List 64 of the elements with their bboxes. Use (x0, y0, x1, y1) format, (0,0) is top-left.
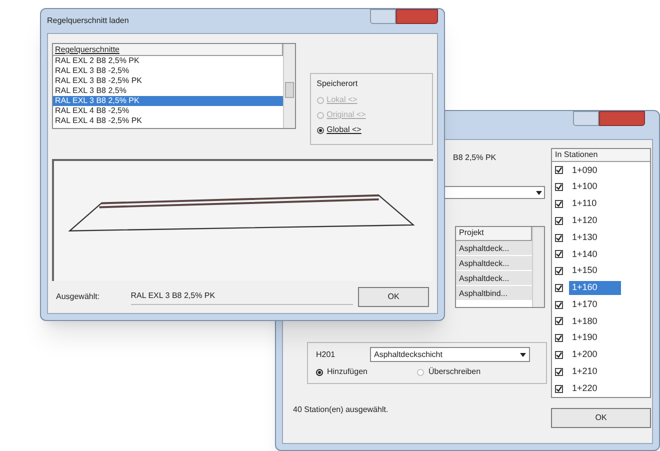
list-item[interactable]: RAL EXL 4 B8 -2,5% PK (53, 116, 283, 126)
radio-button[interactable] (316, 368, 323, 376)
selected-section-text: B8 2,5% PK (453, 152, 498, 164)
list-item[interactable]: RAL EXL 3 B8 -2,5% PK (53, 76, 283, 86)
checkbox[interactable] (555, 334, 563, 342)
checkbox[interactable] (555, 300, 563, 309)
radio-button[interactable] (316, 126, 324, 134)
group-title: Speicherort (316, 78, 359, 90)
layer-code-label: H201 (316, 348, 336, 360)
checkbox[interactable] (555, 183, 563, 192)
scrollbar[interactable] (282, 44, 295, 128)
list-item[interactable]: 1+200 (569, 348, 621, 362)
table-cell: Asphaltdeck... (456, 256, 532, 272)
selected-value: RAL EXL 3 B8 2,5% PK (130, 290, 354, 304)
list-item[interactable]: 1+140 (569, 248, 621, 262)
list-item[interactable]: 1+090 (569, 164, 621, 178)
radio-label: Global <> (326, 124, 362, 136)
list-item[interactable]: 1+120 (569, 214, 621, 228)
caret-icon (536, 190, 542, 195)
list-item[interactable]: RAL EXL 3 B8 2,5% PK (53, 96, 283, 106)
list-item[interactable]: 1+210 (569, 365, 621, 379)
checkbox[interactable] (555, 267, 563, 276)
list-item[interactable]: 1+110 (569, 197, 621, 211)
selected-label: Ausgewählt: (56, 291, 101, 303)
column-header[interactable]: Projekt (456, 227, 532, 242)
checkbox[interactable] (555, 250, 563, 258)
list-item[interactable]: 1+220 (569, 382, 621, 396)
scrollbar[interactable] (532, 227, 544, 307)
layer-dropdown[interactable]: Asphaltdeckschicht (370, 347, 530, 362)
checkbox[interactable] (555, 350, 563, 359)
column-header[interactable]: In Stationen (552, 149, 650, 162)
column-header[interactable]: Regelquerschnitte (53, 44, 283, 56)
list-item[interactable]: RAL EXL 2 B8 2,5% PK (53, 56, 283, 66)
list-item[interactable]: 1+170 (569, 298, 621, 312)
list-item[interactable]: RAL EXL 3 B8 -2,5% (53, 66, 283, 76)
radio-label: Lokal <> (326, 94, 358, 106)
list-item[interactable]: 1+130 (569, 230, 621, 244)
ok-button[interactable]: OK (358, 287, 429, 307)
radio-label: Original <> (326, 109, 366, 121)
checkbox[interactable] (555, 368, 563, 376)
checkbox[interactable] (555, 384, 563, 393)
window-title: Regelquerschnitt laden (47, 15, 129, 27)
checkbox[interactable] (555, 216, 563, 225)
checkbox[interactable] (555, 234, 563, 242)
table-cell: Asphaltbind... (456, 286, 532, 302)
list-item[interactable]: RAL EXL 4 B8 -2,5% (53, 106, 283, 116)
list-item[interactable]: 1+180 (569, 314, 621, 328)
list-item[interactable]: 1+190 (569, 331, 621, 345)
ok-button[interactable]: OK (551, 408, 651, 428)
checkbox[interactable] (555, 284, 563, 292)
table-cell: Asphaltdeck... (456, 241, 532, 256)
checkbox[interactable] (555, 200, 563, 208)
caret-icon (520, 352, 526, 356)
status-text: 40 Station(en) ausgewählt. (293, 404, 390, 416)
list-item[interactable]: 1+160 (569, 281, 621, 295)
scrollbar-thumb[interactable] (284, 82, 294, 98)
radio-label: Überschreiben (428, 366, 481, 378)
checkbox[interactable] (555, 317, 563, 326)
list-item[interactable]: RAL EXL 3 B8 2,5% (53, 86, 283, 96)
checkbox[interactable] (555, 166, 563, 174)
radio-label: Hinzufügen (327, 366, 368, 378)
list-item[interactable]: 1+100 (569, 180, 621, 194)
list-item[interactable]: 1+150 (569, 264, 621, 278)
table-cell: Asphaltdeck... (456, 271, 532, 286)
